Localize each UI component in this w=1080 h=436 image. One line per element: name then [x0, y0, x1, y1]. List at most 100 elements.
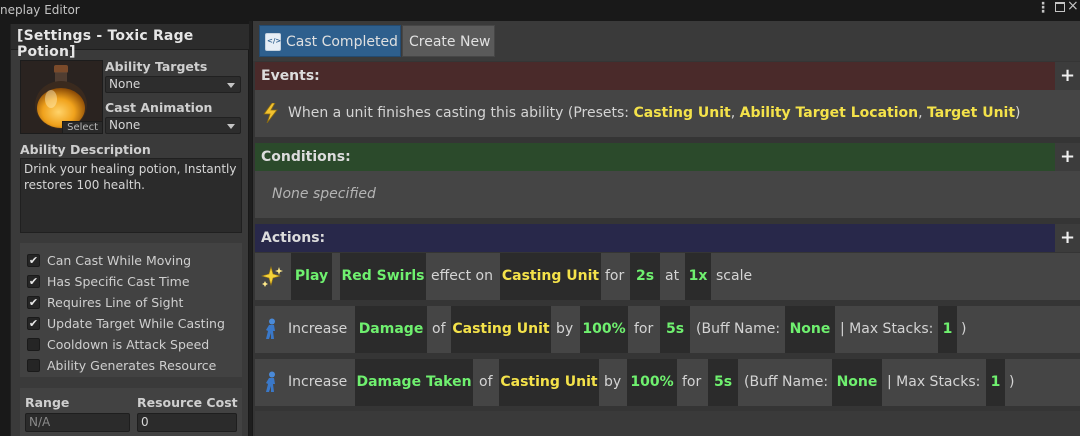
- events-title: Events:: [261, 68, 320, 84]
- window-title: neplay Editor: [0, 3, 80, 17]
- tab-label: Cast Completed: [286, 34, 398, 50]
- ability-description-field[interactable]: Drink your healing potion, Instantly res…: [20, 158, 242, 233]
- checkbox-label: Cooldown is Attack Speed: [47, 337, 210, 352]
- unit-icon: [266, 371, 275, 392]
- trigger-editor: Cast Completed Create New Events: + When…: [253, 21, 1080, 436]
- action-row-play-effect[interactable]: Play Red Swirls effect on Casting Unit f…: [255, 253, 1080, 300]
- buff-duration-field[interactable]: 5s: [708, 359, 738, 406]
- action-row-increase-damage[interactable]: Increase Damage of Casting Unit by 100% …: [255, 306, 1080, 353]
- buff-amount-field[interactable]: 100%: [627, 359, 677, 406]
- action-text: ): [961, 321, 967, 337]
- conditions-header: Conditions: +: [255, 143, 1080, 171]
- add-action-button[interactable]: +: [1055, 224, 1080, 252]
- effect-target-field[interactable]: Casting Unit: [500, 253, 601, 300]
- action-text: (Buff Name:: [744, 374, 829, 390]
- event-row[interactable]: When a unit finishes casting this abilit…: [255, 90, 1080, 137]
- max-stacks-field[interactable]: 1: [938, 306, 957, 353]
- preset-target-unit[interactable]: Target Unit: [927, 105, 1015, 121]
- cast-animation-label: Cast Animation: [105, 100, 213, 115]
- cast-animation-value: None: [109, 118, 141, 132]
- stat-field[interactable]: Damage Taken: [355, 359, 473, 406]
- checkbox-label: Can Cast While Moving: [47, 253, 192, 268]
- resource-cost-field[interactable]: 0: [137, 413, 237, 432]
- action-text: for: [605, 268, 625, 284]
- action-text: ): [1009, 374, 1015, 390]
- actions-header: Actions: +: [255, 224, 1080, 252]
- events-header: Events: +: [255, 62, 1080, 90]
- conditions-row: None specified: [255, 171, 1080, 218]
- max-stacks-field[interactable]: 1: [986, 359, 1005, 406]
- action-text: | Max Stacks:: [840, 321, 934, 337]
- action-text: (Buff Name:: [696, 321, 781, 337]
- tab-create-new[interactable]: Create New: [402, 25, 495, 57]
- action-text: at: [665, 268, 680, 284]
- settings-title: [Settings - Toxic Rage Potion]: [17, 28, 194, 60]
- effect-duration-field[interactable]: 2s: [630, 253, 660, 300]
- stat-field[interactable]: Damage: [355, 306, 427, 353]
- ability-targets-label: Ability Targets: [105, 59, 208, 74]
- action-text: effect on: [431, 268, 493, 284]
- action-text: scale: [716, 268, 753, 284]
- title-bar: neplay Editor ⋮ ×: [0, 0, 1080, 21]
- checkbox[interactable]: ✔: [27, 275, 40, 288]
- buff-duration-field[interactable]: 5s: [660, 306, 690, 353]
- action-text: by: [556, 321, 574, 337]
- sparkle-icon: [261, 266, 283, 287]
- action-verb-increase[interactable]: Increase: [288, 359, 347, 406]
- checkbox-label: Ability Generates Resource: [47, 358, 217, 373]
- checkbox[interactable]: ✔: [27, 254, 40, 267]
- resource-cost-label: Resource Cost: [137, 395, 238, 410]
- buff-target-field[interactable]: Casting Unit: [451, 306, 551, 353]
- action-text: of: [432, 321, 446, 337]
- cast-animation-dropdown[interactable]: None: [105, 117, 241, 134]
- ability-targets-value: None: [109, 77, 141, 91]
- event-description: When a unit finishes casting this abilit…: [288, 105, 1021, 121]
- buff-amount-field[interactable]: 100%: [580, 306, 628, 353]
- trigger-tabs: Cast Completed Create New: [253, 21, 1080, 61]
- ability-description-label: Ability Description: [20, 142, 151, 157]
- action-row-increase-damage-taken[interactable]: Increase Damage Taken of Casting Unit by…: [255, 359, 1080, 406]
- action-text: of: [479, 374, 493, 390]
- range-field[interactable]: N/A: [25, 413, 130, 432]
- ability-icon-slot[interactable]: Select: [20, 60, 103, 134]
- action-verb-play[interactable]: Play: [291, 253, 332, 300]
- window-menu-icon[interactable]: ⋮: [1036, 0, 1050, 16]
- add-event-button[interactable]: +: [1055, 62, 1080, 90]
- effect-scale-field[interactable]: 1x: [685, 253, 711, 300]
- action-text: by: [604, 374, 622, 390]
- checkbox[interactable]: ✔: [27, 296, 40, 309]
- conditions-empty-text: None specified: [272, 186, 376, 202]
- checkbox-label: Has Specific Cast Time: [47, 274, 190, 289]
- tab-cast-completed[interactable]: Cast Completed: [259, 25, 401, 57]
- ability-flags: ✔ Can Cast While Moving ✔ Has Specific C…: [20, 243, 242, 377]
- effect-name-field[interactable]: Red Swirls: [340, 253, 426, 300]
- settings-header: [Settings - Toxic Rage Potion]: [11, 24, 249, 60]
- action-verb-increase[interactable]: Increase: [288, 306, 347, 353]
- action-text: for: [634, 321, 654, 337]
- buff-target-field[interactable]: Casting Unit: [499, 359, 599, 406]
- panel-splitter[interactable]: [249, 21, 252, 436]
- chevron-down-icon: [227, 124, 235, 129]
- checkbox[interactable]: ✔: [27, 317, 40, 330]
- unit-icon: [266, 318, 275, 339]
- maximize-icon[interactable]: [1055, 2, 1065, 12]
- checkbox[interactable]: [27, 359, 40, 372]
- buff-name-field[interactable]: None: [832, 359, 882, 406]
- preset-ability-target-location[interactable]: Ability Target Location: [740, 105, 919, 121]
- select-button[interactable]: Select: [62, 121, 102, 133]
- preset-casting-unit[interactable]: Casting Unit: [633, 105, 730, 121]
- buff-name-field[interactable]: None: [785, 306, 835, 353]
- chevron-down-icon: [227, 83, 235, 88]
- settings-panel: [Settings - Toxic Rage Potion] Select Ab…: [10, 24, 249, 436]
- checkbox[interactable]: [27, 338, 40, 351]
- action-text: for: [682, 374, 702, 390]
- checkbox-label: Requires Line of Sight: [47, 295, 184, 310]
- ability-targets-dropdown[interactable]: None: [105, 76, 241, 93]
- add-condition-button[interactable]: +: [1055, 143, 1080, 171]
- range-cost-area: Range N/A Resource Cost 0: [20, 388, 242, 436]
- checkbox-label: Update Target While Casting: [47, 316, 225, 331]
- lightning-icon: [263, 103, 278, 123]
- close-icon[interactable]: ×: [1067, 0, 1079, 14]
- tab-label: Create New: [409, 34, 491, 50]
- action-text: | Max Stacks:: [887, 374, 981, 390]
